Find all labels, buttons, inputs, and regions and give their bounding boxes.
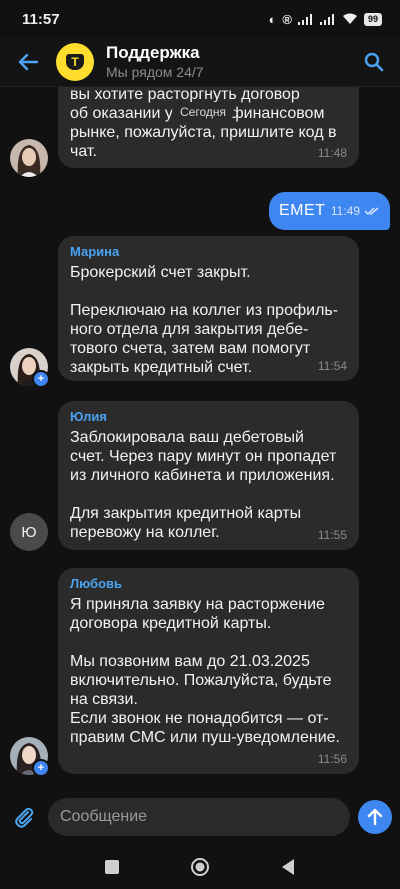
back-button[interactable] (0, 38, 56, 86)
paperclip-icon (15, 807, 34, 828)
search-icon (364, 52, 384, 72)
message-time: 11:48 (317, 146, 347, 160)
status-time: 11:57 (22, 10, 60, 28)
avatar-agent-partial[interactable] (10, 139, 48, 177)
date-divider: Сегодня (172, 102, 234, 122)
message-time: 11:55 (317, 528, 347, 542)
message-text: Заблокировала ваш дебетовый счет. Через … (70, 429, 337, 541)
plus-badge-icon: + (32, 370, 50, 388)
outgoing-message-bubble[interactable]: ЕМЕТ 11:49 (269, 192, 390, 230)
bank-logo-icon: Т (66, 54, 84, 70)
message-bubble-marina[interactable]: Марина Брокерский счет закрыт. Переключа… (58, 236, 359, 381)
arrow-up-icon (367, 808, 383, 826)
message-time: 11:49 (330, 204, 360, 218)
back-triangle-icon[interactable] (280, 858, 296, 876)
wifi-icon (342, 13, 357, 24)
search-button[interactable] (348, 38, 400, 86)
message-bubble-yulia[interactable]: Юлия Заблокировала ваш дебетовый счет. Ч… (58, 401, 359, 550)
home-icon[interactable] (190, 857, 210, 877)
status-bar: 11:57 ◐ ® 99 (0, 0, 400, 38)
alarm-icon: ◐ (268, 11, 277, 27)
chat-title-block[interactable]: Поддержка Мы рядом 24/7 (106, 43, 348, 81)
registered-icon: ® (282, 11, 292, 27)
status-icons: ◐ ® 99 (269, 12, 382, 27)
system-nav-bar (0, 845, 400, 889)
avatar-lyubov[interactable]: + (10, 737, 50, 777)
chat-subtitle: Мы рядом 24/7 (106, 64, 204, 80)
send-button[interactable] (358, 800, 392, 834)
message-input[interactable] (48, 798, 350, 836)
arrow-left-icon (18, 53, 38, 71)
recents-icon[interactable] (104, 859, 120, 875)
attach-button[interactable] (0, 795, 48, 839)
sender-name: Юлия (70, 409, 107, 424)
avatar-photo (10, 139, 48, 177)
avatar-marina[interactable]: + (10, 348, 50, 388)
avatar-initial: Ю (21, 523, 37, 541)
chat-header: Т Поддержка Мы рядом 24/7 (0, 38, 400, 87)
sender-name: Любовь (70, 576, 123, 591)
message-list[interactable]: вы хотите расторгнуть договор об оказани… (0, 87, 400, 787)
message-text: ЕМЕТ (279, 202, 326, 219)
message-time: 11:54 (317, 359, 347, 373)
message-bubble-partial[interactable]: вы хотите расторгнуть договор об оказани… (58, 87, 359, 168)
message-bubble-lyubov[interactable]: Любовь Я приняла заявку на расторжение д… (58, 568, 359, 774)
battery-icon: 99 (363, 12, 382, 26)
cell-signal-icon-2 (319, 14, 334, 25)
message-text: Я приняла заявку на расторжение договора… (70, 596, 340, 746)
message-composer (0, 795, 400, 839)
message-time: 11:56 (317, 752, 347, 766)
message-text: Брокерский счет закрыт. Переключаю на ко… (70, 264, 339, 376)
plus-badge-icon: + (32, 759, 50, 777)
chat-title: Поддержка (106, 43, 200, 62)
cell-signal-icon (297, 14, 312, 25)
avatar-yulia[interactable]: Ю (10, 513, 48, 551)
chat-avatar-logo[interactable]: Т (56, 43, 94, 81)
message-text: вы хотите расторгнуть договор об оказани… (70, 87, 337, 160)
sender-name: Марина (70, 244, 120, 259)
read-checkmarks-icon (364, 207, 379, 216)
